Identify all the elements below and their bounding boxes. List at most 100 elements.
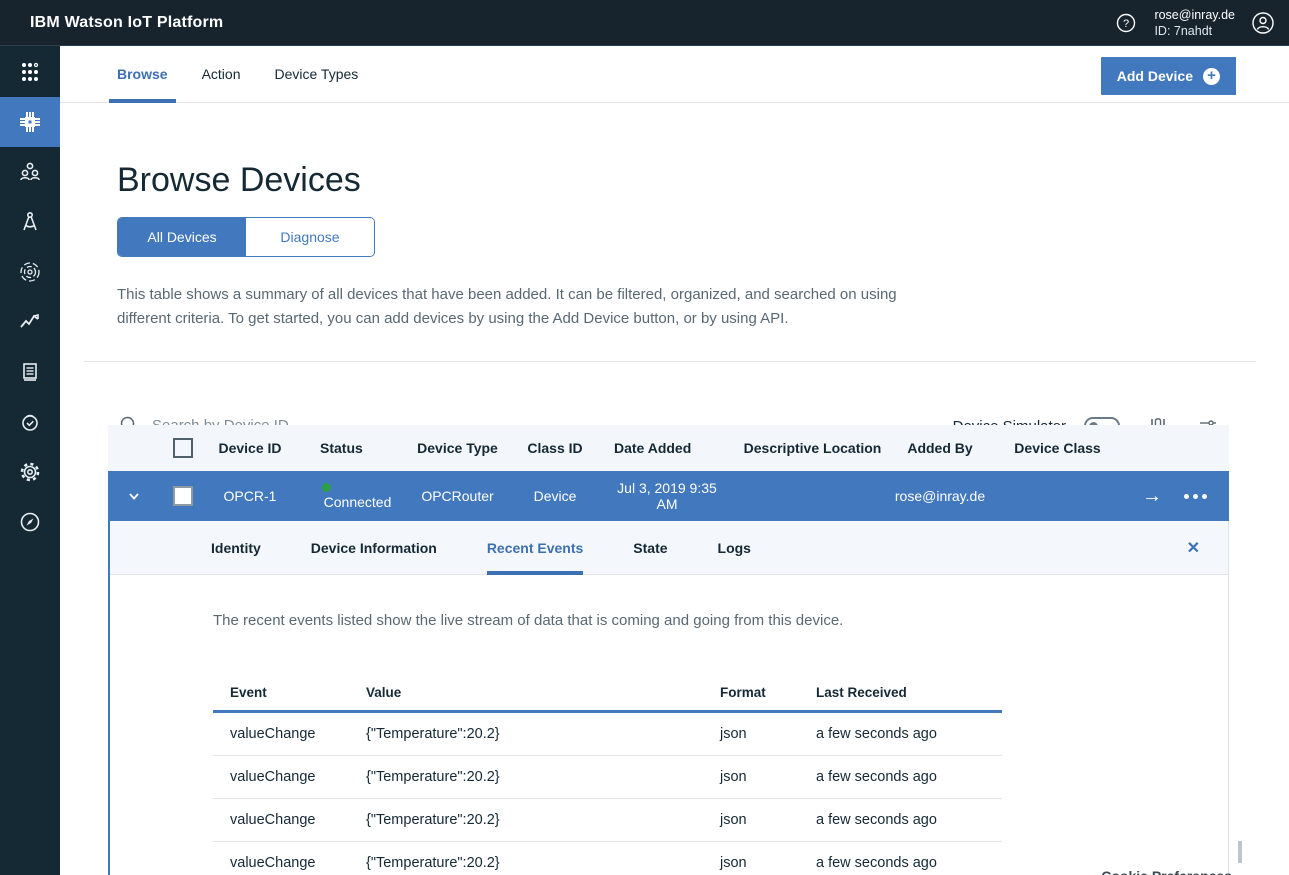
detail-tabs: Identity Device Information Recent Event… [110, 521, 1228, 575]
event-name: valueChange [230, 769, 316, 785]
col-added-by[interactable]: Added By [885, 440, 995, 456]
sidebar-item-apps[interactable] [0, 46, 60, 97]
detail-tab-device-information[interactable]: Device Information [311, 521, 437, 575]
status-text: Connected [323, 493, 392, 510]
device-table-header: Device ID Status Device Type Class ID Da… [108, 425, 1229, 471]
event-value: {"Temperature":20.2} [366, 812, 500, 828]
add-device-label: Add Device [1116, 68, 1193, 84]
cell-device-id: OPCR-1 [223, 488, 277, 504]
page-description: This table shows a summary of all device… [117, 286, 897, 327]
col-device-class[interactable]: Device Class [995, 440, 1120, 456]
events-col-format: Format [720, 685, 766, 700]
detail-tab-logs[interactable]: Logs [718, 521, 751, 575]
event-format: json [720, 726, 747, 742]
detail-tab-identity[interactable]: Identity [211, 521, 261, 575]
expand-cell[interactable] [108, 484, 160, 508]
close-icon[interactable]: ✕ [1187, 538, 1200, 558]
event-name: valueChange [230, 812, 316, 828]
detail-tab-recent-events[interactable]: Recent Events [486, 521, 584, 575]
sidebar-item-security[interactable] [0, 397, 60, 447]
cookie-preferences-link[interactable]: Cookie Preferences [1101, 868, 1232, 875]
chip-icon [20, 112, 40, 132]
segment-diagnose[interactable]: Diagnose [246, 218, 374, 256]
line-chart-icon [20, 313, 39, 328]
col-date-added[interactable]: Date Added [590, 440, 740, 456]
detail-tab-state[interactable]: State [633, 521, 667, 575]
col-device-id[interactable]: Device ID [205, 440, 295, 456]
event-format: json [720, 769, 747, 785]
page-nav: Browse Action Device Types Add Device + [60, 46, 1289, 103]
event-row: valueChange {"Temperature":20.2} json a … [213, 799, 1002, 842]
event-last-received: a few seconds ago [816, 769, 937, 785]
event-format: json [720, 812, 747, 828]
sidebar-item-schemas[interactable] [0, 197, 60, 247]
overflow-menu-icon[interactable] [1184, 493, 1207, 499]
table-row[interactable]: OPCR-1 Connected OPCRouter Device Jul 3,… [108, 471, 1229, 521]
detail-panel-body: The recent events listed show the live s… [110, 575, 1228, 875]
scrollbar-thumb[interactable] [1238, 841, 1242, 863]
plus-circle-icon: + [1203, 67, 1220, 85]
apps-grid-icon [22, 62, 39, 81]
col-class-id[interactable]: Class ID [520, 440, 590, 456]
recent-events-description: The recent events listed show the live s… [213, 612, 844, 629]
sidebar-item-members[interactable] [0, 147, 60, 197]
sidebar-item-usage[interactable] [0, 297, 60, 347]
top-header: IBM Watson IoT Platform ? rose@inray.de … [0, 0, 1289, 46]
drafting-compass-icon [23, 211, 37, 231]
help-icon: ? [1117, 13, 1136, 33]
row-checkbox[interactable] [172, 486, 193, 506]
add-device-button[interactable]: Add Device + [1100, 57, 1236, 95]
view-segmented-control: All Devices Diagnose [117, 217, 375, 257]
topbar-right-cluster: ? rose@inray.de ID: 7nahdt [1112, 0, 1277, 46]
members-icon [20, 162, 40, 181]
event-name: valueChange [230, 855, 316, 871]
tab-device-types[interactable]: Device Types [267, 46, 367, 103]
svg-text:?: ? [1123, 18, 1129, 30]
chevron-down-icon [129, 493, 139, 500]
app-window: IBM Watson IoT Platform ? rose@inray.de … [0, 0, 1289, 875]
section-divider [84, 361, 1256, 362]
sidebar-item-security-risk[interactable] [0, 247, 60, 297]
page-title: Browse Devices [117, 161, 361, 199]
app-title: IBM Watson IoT Platform [30, 13, 224, 31]
security-lock-icon [22, 414, 38, 431]
sidebar-item-get-started[interactable] [0, 497, 60, 547]
device-table: Device ID Status Device Type Class ID Da… [108, 425, 1229, 521]
sidebar-item-settings[interactable] [0, 447, 60, 497]
select-all-checkbox[interactable] [172, 438, 193, 458]
col-descriptive-location[interactable]: Descriptive Location [740, 440, 885, 456]
col-device-type[interactable]: Device Type [395, 440, 520, 456]
document-icon [23, 363, 37, 381]
events-col-value: Value [366, 685, 402, 700]
tab-browse[interactable]: Browse [109, 46, 176, 103]
event-value: {"Temperature":20.2} [366, 769, 500, 785]
tab-action[interactable]: Action [194, 46, 249, 103]
col-status[interactable]: Status [295, 440, 395, 456]
event-last-received: a few seconds ago [816, 812, 937, 828]
events-col-last-received: Last Received [816, 685, 907, 700]
left-sidebar [0, 46, 60, 875]
event-name: valueChange [230, 726, 316, 742]
events-col-event: Event [230, 685, 267, 700]
events-table-header: Event Value Format Last Received [213, 675, 1002, 713]
avatar-button[interactable] [1249, 9, 1277, 37]
help-button[interactable]: ? [1112, 9, 1140, 37]
segment-all-devices[interactable]: All Devices [118, 218, 246, 256]
sidebar-item-devices[interactable] [0, 97, 60, 147]
gear-icon [20, 462, 40, 482]
cell-class-id: Device [533, 488, 577, 504]
open-device-arrow-icon[interactable]: → [1142, 486, 1162, 506]
event-row: valueChange {"Temperature":20.2} json a … [213, 842, 1002, 875]
event-value: {"Temperature":20.2} [366, 855, 500, 871]
event-last-received: a few seconds ago [816, 726, 937, 742]
cell-status: Connected [295, 482, 395, 510]
cell-date-added: Jul 3, 2019 9:35 AM [617, 480, 717, 512]
select-all-cell [160, 438, 205, 458]
user-org-id: ID: 7nahdt [1154, 24, 1213, 38]
row-actions: → [1120, 486, 1229, 506]
sidebar-item-boards[interactable] [0, 347, 60, 397]
event-last-received: a few seconds ago [816, 855, 937, 871]
status-connected-dot [322, 482, 331, 492]
event-value: {"Temperature":20.2} [366, 726, 500, 742]
event-row: valueChange {"Temperature":20.2} json a … [213, 756, 1002, 799]
